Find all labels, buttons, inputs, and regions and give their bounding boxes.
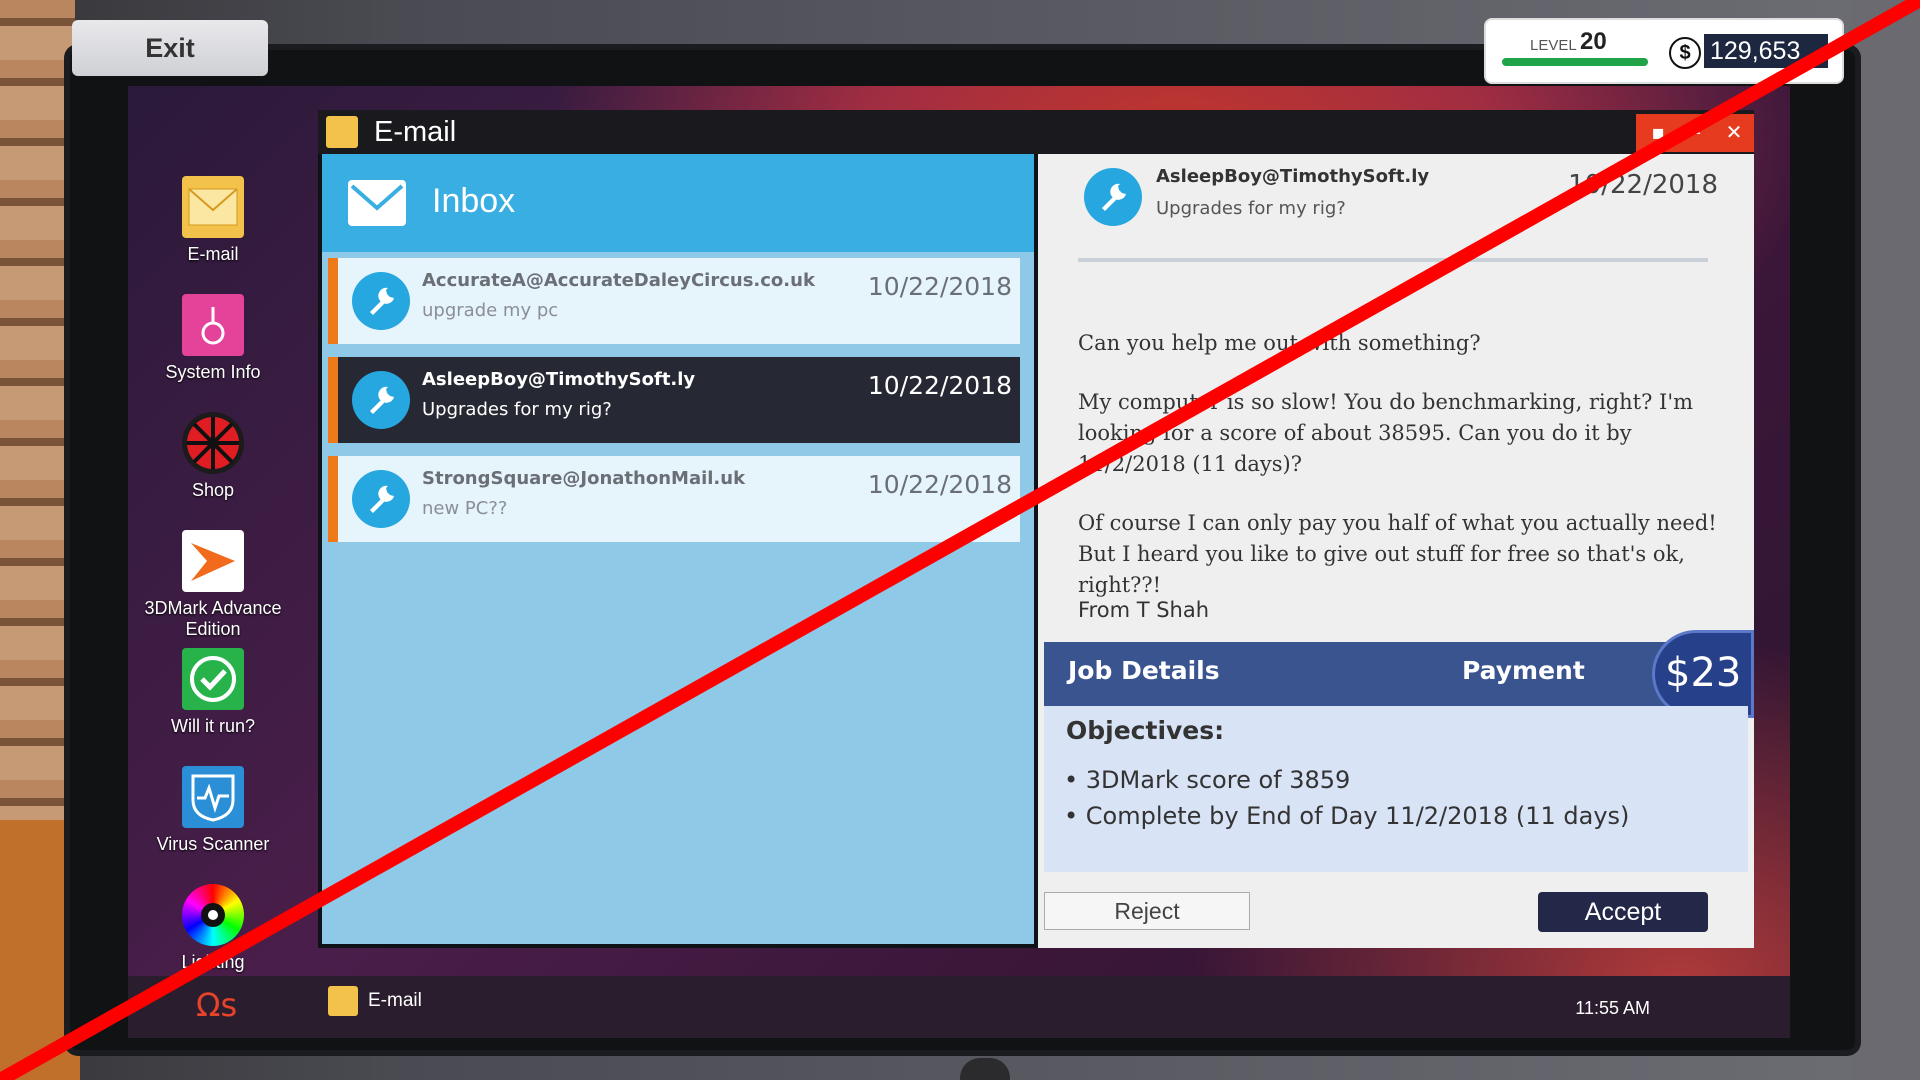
mail-subject: Upgrades for my rig? [422, 399, 612, 420]
message-body: Can you help me out with something? My c… [1078, 328, 1718, 629]
desktop-icon-3dmark[interactable]: 3DMark Advance Edition [128, 530, 298, 640]
will-it-run-icon [182, 648, 244, 710]
wrench-icon [1084, 168, 1142, 226]
room-wall-right [1850, 0, 1920, 1080]
mail-accent-bar [328, 357, 338, 443]
inbox-header: Inbox [322, 154, 1034, 252]
mail-date: 10/22/2018 [867, 272, 1012, 301]
email-window: E-mail ▪ – ✕ Inbox AccurateA@AccurateDal… [318, 110, 1754, 948]
mail-subject: new PC?? [422, 498, 508, 519]
desktop-icon-system-info[interactable]: System Info [128, 294, 298, 383]
mail-from: StrongSquare@JonathonMail.uk [422, 468, 746, 489]
exit-button[interactable]: Exit [72, 20, 268, 76]
mail-date: 10/22/2018 [867, 470, 1012, 499]
message-from: AsleepBoy@TimothySoft.ly [1156, 166, 1430, 187]
message-paragraph: Of course I can only pay you half of wha… [1078, 511, 1717, 597]
taskbar-clock: 11:55 AM [1575, 998, 1650, 1018]
mail-accent-bar [328, 258, 338, 344]
level-progress-bar [1502, 58, 1648, 66]
taskbar: Ωs E-mail 11:55 AM [128, 976, 1790, 1038]
reject-button[interactable]: Reject [1044, 892, 1250, 930]
desktop-icon-email[interactable]: E-mail [128, 176, 298, 265]
3dmark-icon [182, 530, 244, 592]
mail-from: AsleepBoy@TimothySoft.ly [422, 369, 696, 390]
desktop-screen: E-mail System Info Shop 3DMark Advance E… [128, 86, 1790, 1038]
envelope-icon [348, 180, 406, 226]
lighting-icon [182, 884, 244, 946]
desktop-icon-virus-scanner[interactable]: Virus Scanner [128, 766, 298, 855]
wrench-icon [352, 371, 410, 429]
shop-icon [182, 412, 244, 474]
taskbar-app-label[interactable]: E-mail [368, 990, 422, 1012]
inbox-pane: Inbox AccurateA@AccurateDaleyCircus.co.u… [322, 154, 1034, 944]
objective-item: • Complete by End of Day 11/2/2018 (11 d… [1064, 802, 1630, 830]
email-icon [182, 176, 244, 238]
window-control-icon[interactable]: ▪ [1642, 114, 1674, 150]
mail-item-selected[interactable]: AsleepBoy@TimothySoft.ly Upgrades for my… [328, 357, 1020, 443]
desktop-icon-label: E-mail [187, 244, 239, 264]
objectives-label: Objectives: [1066, 716, 1225, 745]
email-app-icon [326, 116, 358, 148]
wrench-icon [352, 470, 410, 528]
mail-accent-bar [328, 456, 338, 542]
desktop-icon-will-it-run[interactable]: Will it run? [128, 648, 298, 737]
player-hud: LEVEL 20 $ 129,653 [1484, 18, 1844, 84]
desktop-icon-lighting[interactable]: Lighting [128, 884, 298, 973]
desktop-icon-label: Virus Scanner [156, 834, 270, 854]
window-title: E-mail [374, 116, 457, 148]
desktop-icon-label: System Info [165, 362, 261, 382]
mail-from: AccurateA@AccurateDaleyCircus.co.uk [422, 270, 815, 291]
virus-scanner-icon [182, 766, 244, 828]
payment-label: Payment [1462, 656, 1585, 685]
minimize-button[interactable]: – [1680, 114, 1712, 150]
desktop-icon-label: Shop [191, 480, 235, 500]
message-date: 10/22/2018 [1568, 170, 1718, 200]
message-paragraph: My computer is so slow! You do benchmark… [1078, 390, 1694, 476]
mail-item[interactable]: AccurateA@AccurateDaleyCircus.co.uk upgr… [328, 258, 1020, 344]
mail-subject: upgrade my pc [422, 300, 559, 321]
currency-icon: $ [1669, 37, 1701, 69]
mail-date: 10/22/2018 [867, 371, 1012, 400]
desktop-icon-label: Lighting [181, 952, 245, 972]
window-titlebar[interactable]: E-mail ▪ – ✕ [318, 110, 1754, 154]
inbox-title: Inbox [432, 182, 516, 220]
wrench-icon [352, 272, 410, 330]
message-paragraph: Can you help me out with something? [1078, 331, 1481, 355]
close-button[interactable]: ✕ [1718, 114, 1750, 150]
job-details-header: Job Details Payment $23 [1044, 630, 1754, 718]
message-signature: From T Shah [1078, 598, 1210, 622]
accept-button[interactable]: Accept [1538, 892, 1708, 932]
job-details-body: Objectives: • 3DMark score of 3859 • Com… [1044, 706, 1748, 872]
room-floor [0, 820, 80, 1080]
mail-item[interactable]: StrongSquare@JonathonMail.uk new PC?? 10… [328, 456, 1020, 542]
message-subject: Upgrades for my rig? [1156, 198, 1346, 219]
monitor-stand [960, 1058, 1010, 1080]
desktop-icon-label: Will it run? [170, 716, 255, 736]
email-taskbar-icon[interactable] [328, 986, 358, 1016]
desktop-icon-shop[interactable]: Shop [128, 412, 298, 501]
level-label: LEVEL [1530, 37, 1577, 54]
job-details-title: Job Details [1068, 656, 1220, 685]
system-info-icon [182, 294, 244, 356]
message-pane: AsleepBoy@TimothySoft.ly Upgrades for my… [1038, 154, 1754, 948]
divider [1078, 258, 1708, 262]
desktop-icon-label: 3DMark Advance Edition [144, 598, 282, 639]
level-value: 20 [1580, 28, 1607, 55]
objective-item: • 3DMark score of 3859 [1064, 766, 1351, 794]
payment-badge: $23 [1652, 630, 1754, 718]
start-logo-icon[interactable]: Ωs [196, 986, 237, 1024]
level-progress-fill [1502, 58, 1648, 66]
money-value: 129,653 [1704, 34, 1828, 68]
